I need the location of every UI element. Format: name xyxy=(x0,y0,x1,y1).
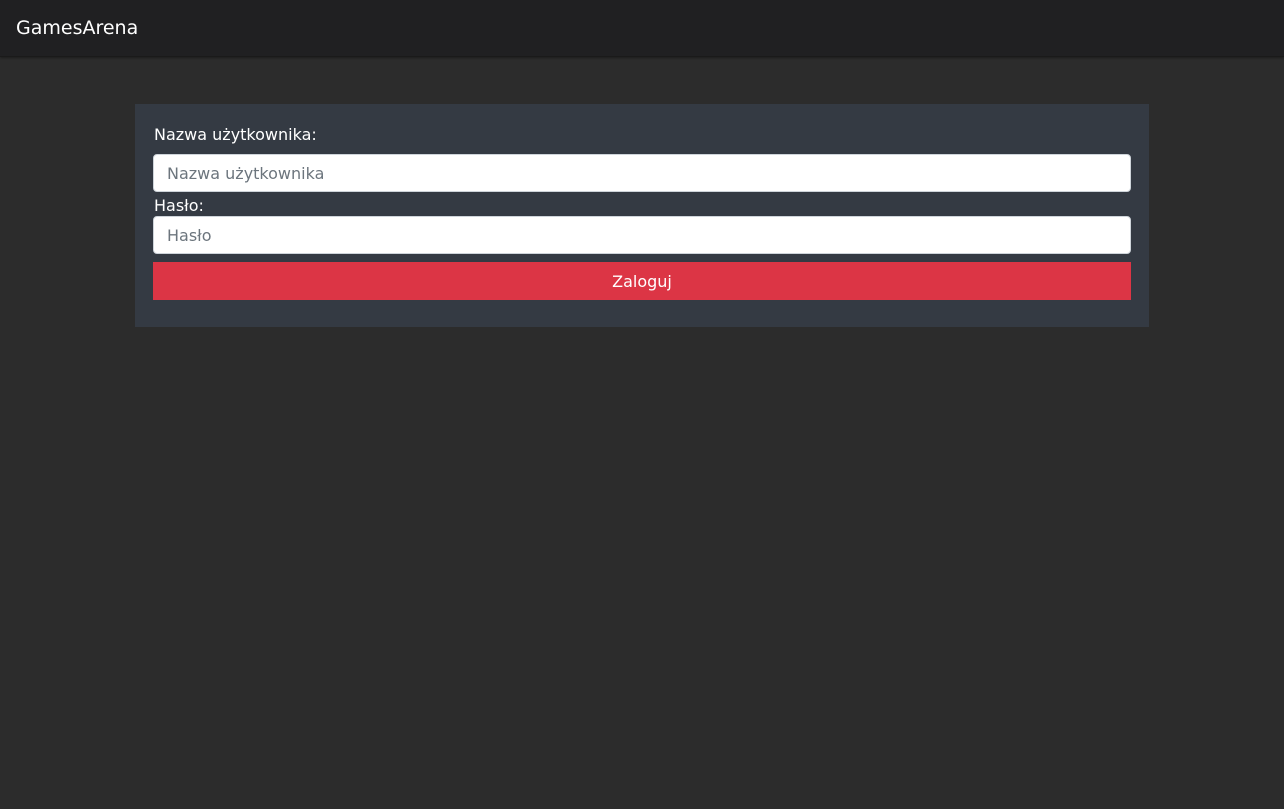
username-label: Nazwa użytkownika: xyxy=(154,125,317,144)
top-navbar: GamesArena xyxy=(0,0,1284,57)
login-button[interactable]: Zaloguj xyxy=(153,262,1131,300)
password-input[interactable] xyxy=(153,216,1131,254)
password-label: Hasło: xyxy=(154,196,204,215)
brand-link[interactable]: GamesArena xyxy=(16,16,138,40)
username-input[interactable] xyxy=(153,154,1131,192)
login-form: Nazwa użytkownika: Hasło: Zaloguj xyxy=(135,104,1149,327)
